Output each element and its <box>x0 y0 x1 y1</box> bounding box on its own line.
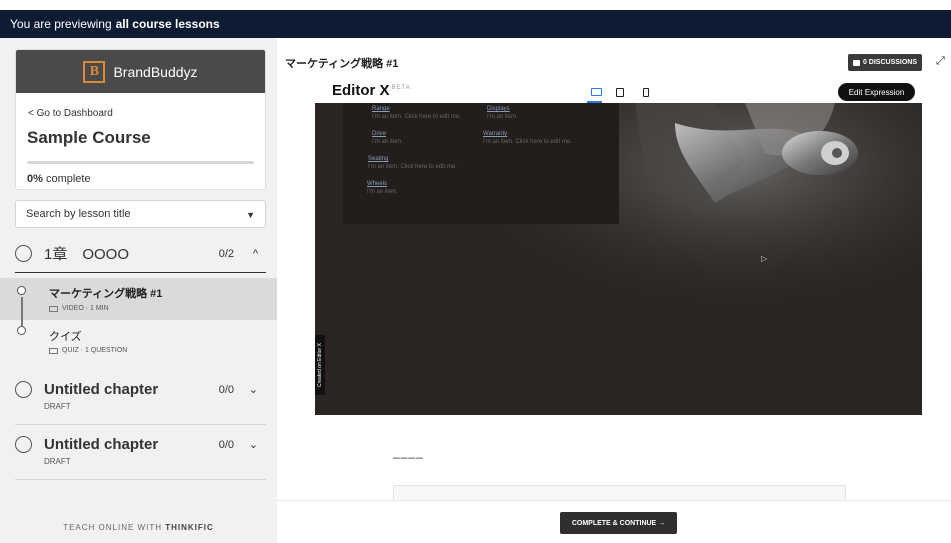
lesson-header: マーケティング戦略 #1 0 DISCUSSIONS ⤢ <box>277 38 951 80</box>
mouse-pointer-icon: ▷ <box>761 254 768 263</box>
menu-item[interactable]: Seating I'm an item. Click here to edit … <box>368 156 457 170</box>
chevron-down-icon[interactable]: ⌄ <box>249 438 258 451</box>
footer-prefix: TEACH ONLINE WITH <box>63 523 162 532</box>
menu-item-title: Seating <box>368 156 389 162</box>
lesson-meta: QUIZ · 1 QUESTION <box>49 347 127 354</box>
brand-name: BrandBuddyz <box>113 63 198 80</box>
site-preview[interactable]: Range I'm an item. Click here to edit me… <box>315 103 922 415</box>
chevron-up-icon[interactable]: ^ <box>253 248 258 260</box>
chapter-title: Untitled chapter <box>44 381 159 398</box>
video-icon <box>49 305 58 312</box>
discussions-button[interactable]: 0 DISCUSSIONS <box>848 54 922 71</box>
course-card: B BrandBuddyz < Go to Dashboard Sample C… <box>15 49 266 190</box>
lesson-status-dot-icon <box>17 286 26 295</box>
quiz-icon <box>49 347 58 354</box>
editor-toolbar: Editor X BETA Edit Expression <box>277 80 951 103</box>
chapter-count: 0/0 <box>218 383 234 396</box>
lesson-status-dot-icon <box>17 326 26 335</box>
lesson-heading: マーケティング戦略 #1 <box>285 58 399 70</box>
complete-and-continue-button[interactable]: COMPLETE & CONTINUE → <box>560 512 677 534</box>
mobile-view-icon[interactable] <box>643 88 649 97</box>
tablet-view-icon[interactable] <box>616 88 624 97</box>
chapter-status-circle-icon <box>15 381 32 398</box>
menu-item[interactable]: Range I'm an item. Click here to edit me… <box>372 106 461 120</box>
progress-value: 0% <box>27 173 43 185</box>
lesson-title: クイズ <box>49 331 82 343</box>
chapter-status-circle-icon <box>15 245 32 262</box>
banner-text: You are previewing <box>10 17 112 31</box>
chapter-count: 0/0 <box>218 438 234 451</box>
brand-header[interactable]: B BrandBuddyz <box>16 50 265 93</box>
edit-expression-button[interactable]: Edit Expression <box>838 83 915 101</box>
chapter-status: DRAFT <box>44 457 71 466</box>
menu-item-title: Range <box>372 106 390 112</box>
chapter-title: Untitled chapter <box>44 436 159 453</box>
brand-logo-icon: B <box>83 60 106 83</box>
discussions-label: 0 DISCUSSIONS <box>862 59 918 66</box>
footer-brand-name: THINKIFIC <box>165 523 214 532</box>
chapter-divider <box>15 479 266 480</box>
lesson-title: マーケティング戦略 #1 <box>49 288 163 300</box>
top-whitespace <box>0 0 951 10</box>
banner-emphasis: all course lessons <box>115 17 220 31</box>
preview-menu-panel: Range I'm an item. Click here to edit me… <box>343 103 619 224</box>
chapter-divider <box>15 424 266 425</box>
menu-item-desc: I'm an item. <box>367 189 398 195</box>
created-on-editor-x-badge[interactable]: Created on Editor X <box>315 335 325 395</box>
go-to-dashboard-link[interactable]: < Go to Dashboard <box>28 108 265 119</box>
chapter-status-circle-icon <box>15 436 32 453</box>
chapter-1-header[interactable]: 1章 OOOO 0/2 ^ <box>15 243 266 264</box>
lesson-content: マーケティング戦略 #1 0 DISCUSSIONS ⤢ Editor X BET… <box>277 38 951 543</box>
menu-item-desc: I'm an item. Click here to edit me. <box>372 114 461 120</box>
progress-bar <box>27 161 254 164</box>
lesson-meta: VIDEO · 1 MIN <box>49 305 109 312</box>
chevron-down-icon[interactable]: ⌄ <box>249 383 258 396</box>
footer-branding[interactable]: TEACH ONLINE WITH THINKIFIC <box>0 523 277 532</box>
expand-icon[interactable]: ⤢ <box>936 55 945 68</box>
bottom-action-bar: COMPLETE & CONTINUE → <box>277 500 951 543</box>
menu-item[interactable]: Drive I'm an item. <box>372 131 403 145</box>
menu-item[interactable]: Warranty I'm an item. Click here to edit… <box>483 131 572 145</box>
chapter-count: 0/2 <box>218 247 234 260</box>
chapter-3-header[interactable]: Untitled chapter 0/0 ⌄ <box>15 436 266 453</box>
separator-dashes: ____ <box>393 445 424 459</box>
progress-suffix: complete <box>45 173 91 185</box>
lesson-connector <box>21 297 23 320</box>
menu-item-title: Displays <box>487 106 510 112</box>
course-sidebar: B BrandBuddyz < Go to Dashboard Sample C… <box>0 38 277 543</box>
lesson-search-input[interactable]: Search by lesson title ▼ <box>15 200 266 228</box>
chat-icon <box>852 59 860 66</box>
lesson-item[interactable]: クイズ QUIZ · 1 QUESTION <box>0 320 277 362</box>
menu-item[interactable]: Displays I'm an item. <box>487 106 518 120</box>
menu-item-title: Warranty <box>483 131 508 137</box>
menu-item-desc: I'm an item. Click here to edit me. <box>483 139 572 145</box>
menu-item-title: Drive <box>372 131 387 137</box>
menu-item-desc: I'm an item. <box>487 114 518 120</box>
lesson-meta-text: QUIZ · 1 QUESTION <box>62 347 128 354</box>
course-title: Sample Course <box>27 128 151 147</box>
chapter-divider <box>15 272 266 273</box>
desktop-view-icon[interactable] <box>591 88 602 96</box>
editor-name: Editor X <box>332 82 390 99</box>
menu-item-title: Wheels <box>367 181 388 187</box>
menu-item-desc: I'm an item. Click here to edit me. <box>368 164 457 170</box>
progress-text: 0% complete <box>27 173 265 185</box>
menu-item-desc: I'm an item. <box>372 139 403 145</box>
chapter-title: 1章 OOOO <box>44 246 130 263</box>
editor-logo[interactable]: Editor X BETA <box>332 82 411 99</box>
menu-item[interactable]: Wheels I'm an item. <box>367 181 398 195</box>
preview-banner: You are previewing all course lessons <box>0 10 951 38</box>
editor-badge: BETA <box>391 85 411 91</box>
lesson-meta-text: VIDEO · 1 MIN <box>62 305 109 312</box>
search-placeholder: Search by lesson title <box>26 208 131 220</box>
chevron-down-icon[interactable]: ▼ <box>246 210 255 220</box>
chapter-status: DRAFT <box>44 402 71 411</box>
lesson-item-active[interactable]: マーケティング戦略 #1 VIDEO · 1 MIN <box>0 278 277 320</box>
chapter-2-header[interactable]: Untitled chapter 0/0 ⌄ <box>15 381 266 398</box>
